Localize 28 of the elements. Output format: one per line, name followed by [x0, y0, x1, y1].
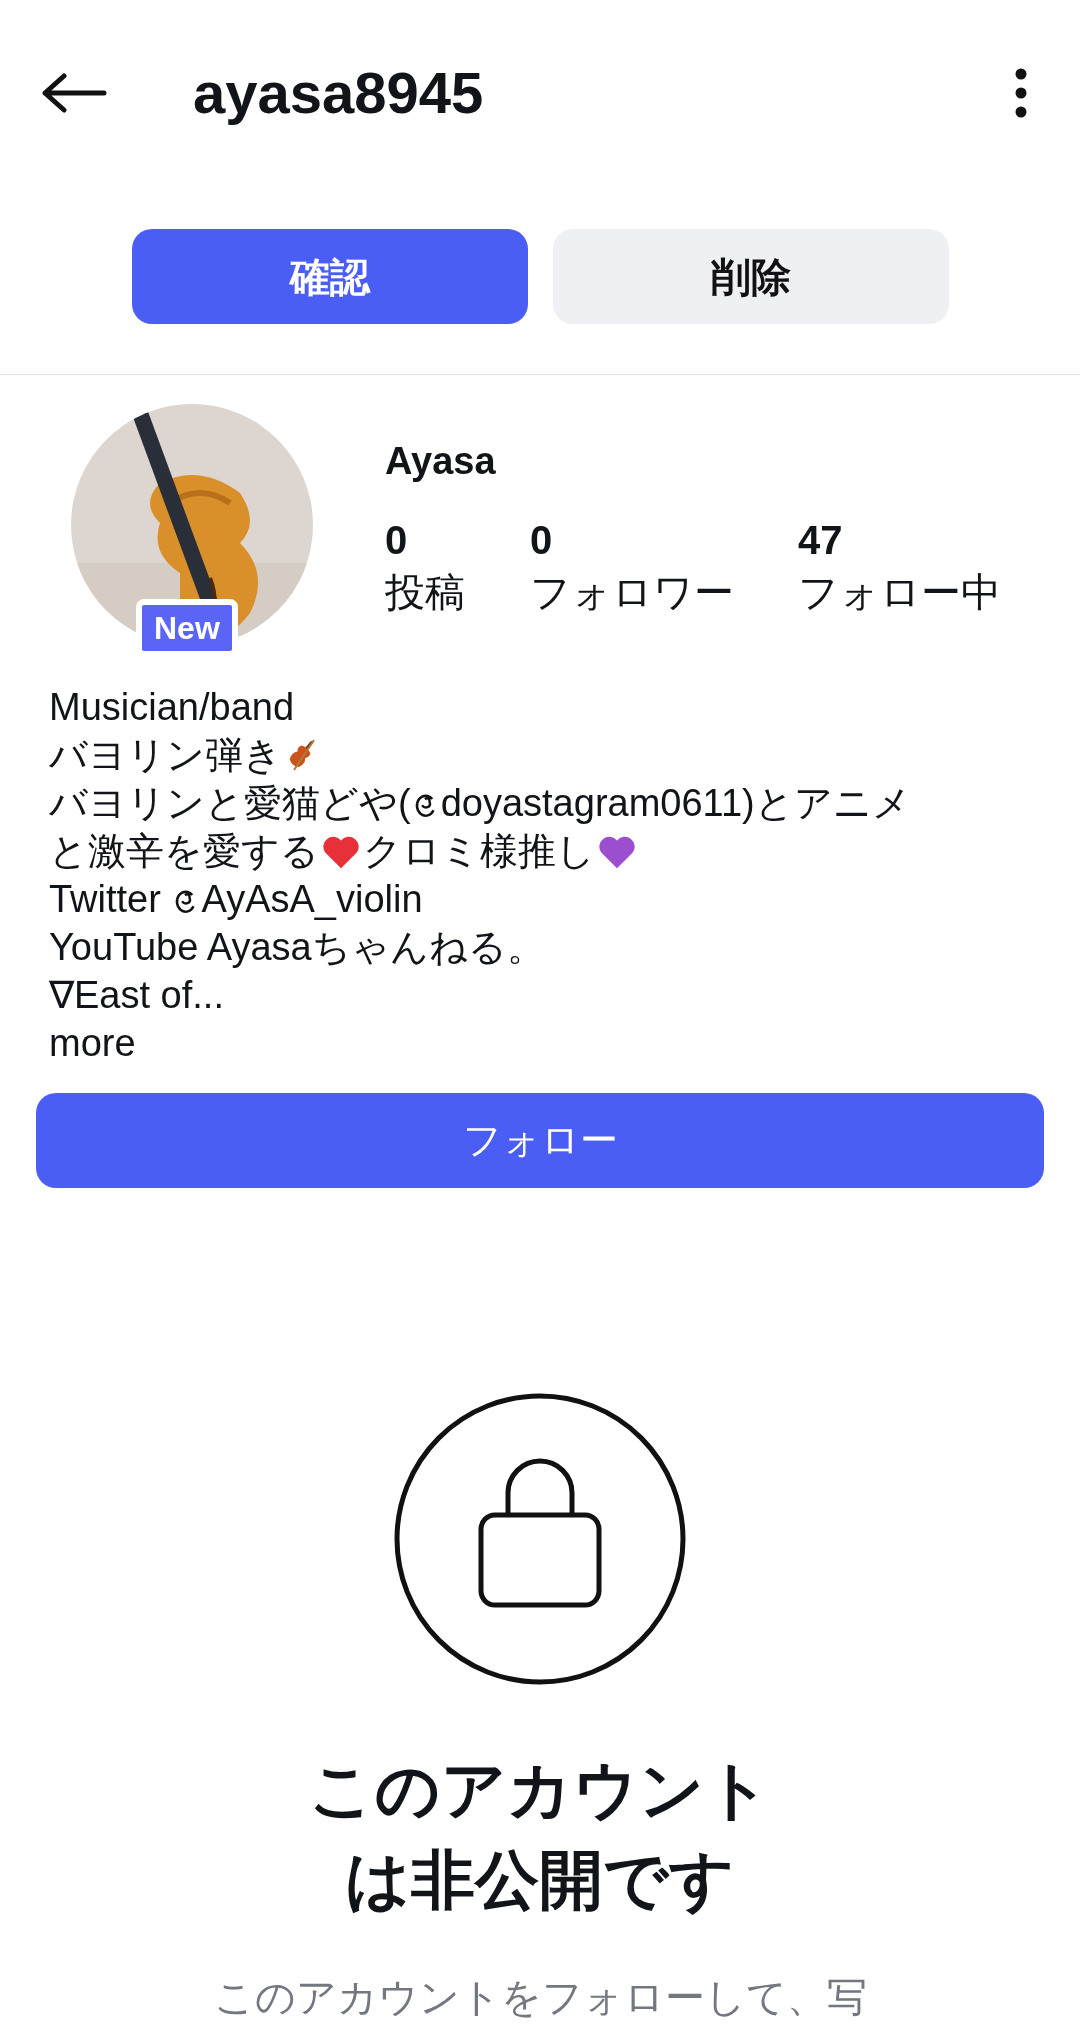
bio-text: AyAsA_violin	[201, 878, 423, 920]
private-title: は非公開です	[345, 1843, 735, 1918]
more-options-icon[interactable]	[1014, 67, 1028, 118]
bio-text: バヨリンと愛猫どや(	[49, 782, 411, 824]
stat-label: フォロワー	[530, 569, 735, 616]
bio-text: Twitter	[49, 878, 162, 920]
bio-text: YouTube Ayasaちゃんねる。	[49, 926, 545, 968]
display-name: Ayasa	[385, 439, 497, 484]
stat-count: 0	[530, 517, 554, 564]
bio-text: バヨリン弾き	[49, 734, 282, 776]
bio-text: doyastagram0611)とアニメ	[440, 782, 911, 824]
confirm-button[interactable]: 確認	[132, 229, 528, 324]
stat-count: 0	[385, 517, 409, 564]
stat-count: 47	[798, 517, 844, 564]
delete-button[interactable]: 削除	[553, 229, 949, 324]
profile-username: ayasa8945	[193, 59, 484, 127]
lock-icon	[394, 1393, 686, 1685]
bio-text: クロミ様推し	[363, 830, 595, 872]
bio-text: ∇East of...	[49, 974, 224, 1016]
stat-label: フォロー中	[798, 569, 1001, 616]
stat-label: 投稿	[385, 569, 466, 616]
bio-text: Musician/band	[49, 686, 295, 728]
private-title: このアカウント	[309, 1753, 771, 1828]
back-icon[interactable]	[40, 72, 108, 113]
private-subtitle: このアカウントをフォローして、写	[213, 1974, 867, 2021]
bio-text: と激辛を愛する	[49, 830, 319, 872]
follow-button[interactable]: フォロー	[36, 1093, 1044, 1188]
more-link[interactable]: more	[49, 1022, 136, 1064]
